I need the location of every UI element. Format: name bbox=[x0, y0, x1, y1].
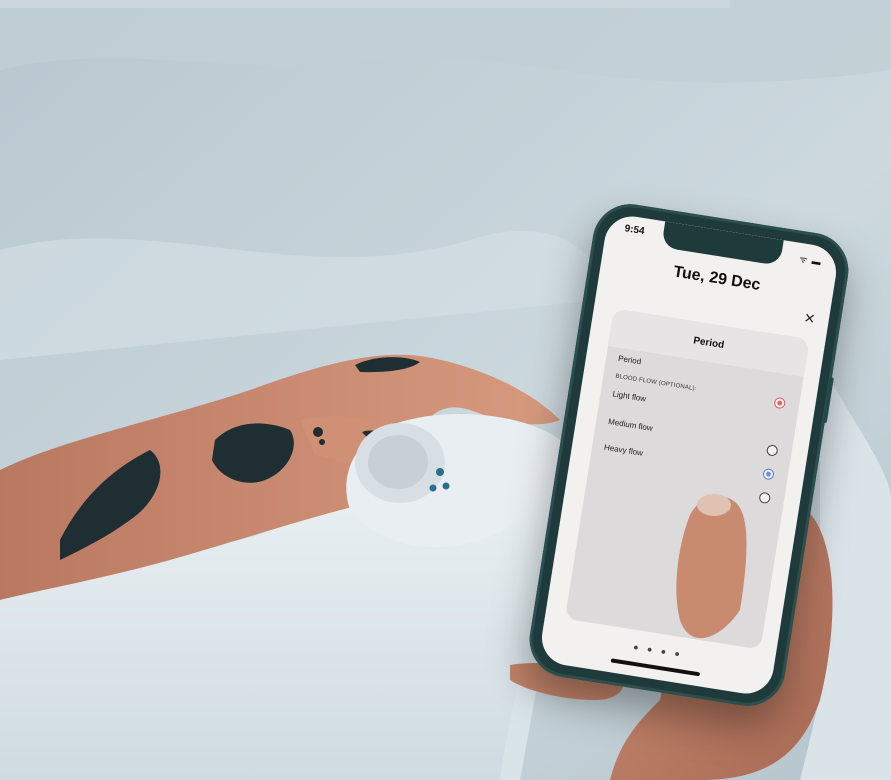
tattoo-dot-1 bbox=[313, 427, 323, 437]
blood-flow-label: BLOOD FLOW (OPTIONAL): bbox=[614, 373, 697, 393]
device-button-inner bbox=[368, 435, 428, 489]
period-card: Period Period BLOOD FLOW (OPTIONAL): Lig… bbox=[564, 308, 810, 650]
option-light-flow-label: Light flow bbox=[611, 389, 647, 404]
close-icon[interactable]: × bbox=[803, 307, 817, 328]
radio-extra[interactable] bbox=[758, 491, 772, 505]
status-time: 9:54 bbox=[623, 223, 646, 238]
period-label: Period bbox=[617, 353, 642, 367]
device-led-2 bbox=[429, 484, 437, 492]
option-medium-flow-label: Medium flow bbox=[607, 417, 654, 433]
card-header: Period bbox=[608, 308, 810, 377]
battery-icon: ▬ bbox=[811, 255, 823, 268]
page-indicator: ● ● ● ● bbox=[632, 641, 684, 660]
status-icons: ᯤ ▬ bbox=[798, 252, 823, 268]
tattoo-dot-2 bbox=[319, 439, 325, 445]
radio-heavy-flow[interactable] bbox=[762, 467, 775, 481]
photo-scene: 9:54 ᯤ ▬ Tue, 29 Dec × Period Period BLO… bbox=[0, 0, 891, 780]
wifi-icon: ᯤ bbox=[798, 253, 810, 266]
device-led-3 bbox=[442, 482, 450, 490]
option-heavy-flow-label: Heavy flow bbox=[603, 442, 644, 458]
radio-medium-flow[interactable] bbox=[765, 444, 779, 457]
device-led-1 bbox=[436, 468, 444, 476]
home-indicator[interactable] bbox=[610, 658, 701, 677]
radio-light-flow[interactable] bbox=[773, 396, 787, 410]
